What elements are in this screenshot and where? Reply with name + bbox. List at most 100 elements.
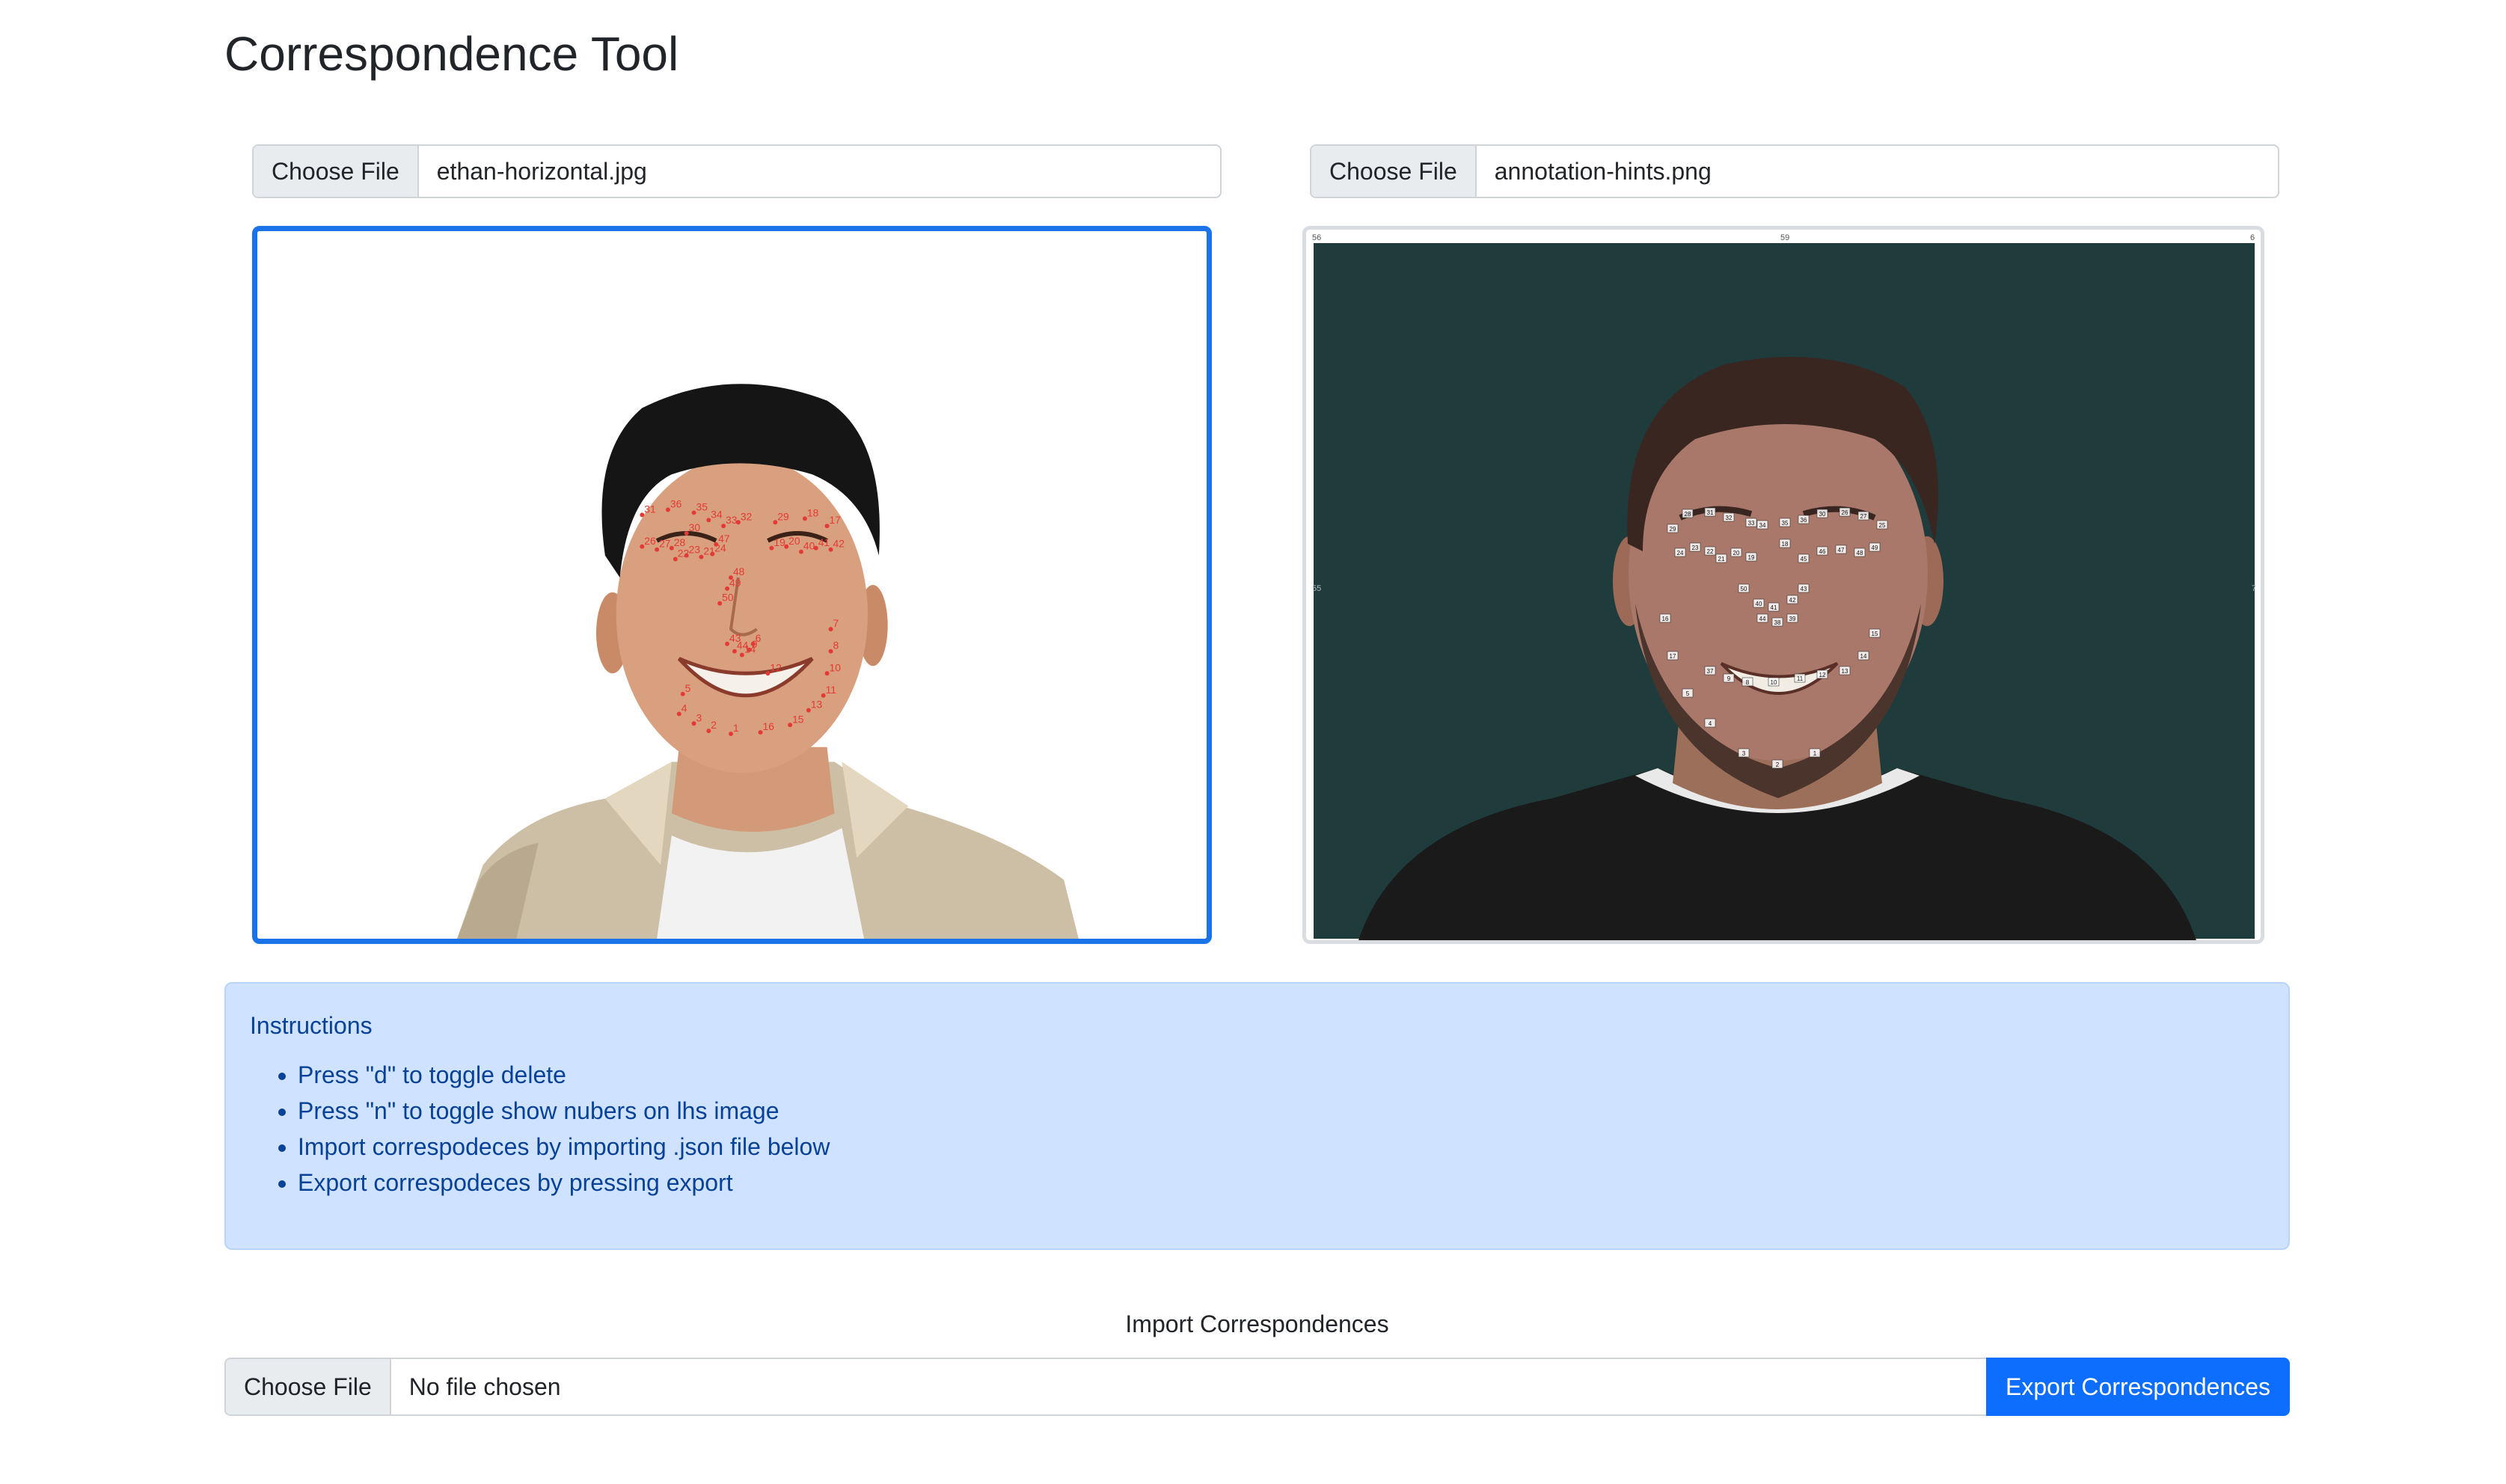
- right-point-label: 34: [1759, 522, 1766, 529]
- left-point-label: 15: [792, 713, 804, 725]
- instruction-item: Press "d" to toggle delete: [298, 1057, 2264, 1093]
- instruction-item: Export correspodeces by pressing export: [298, 1165, 2264, 1201]
- left-point-label: 41: [818, 536, 830, 548]
- left-point-label: 18: [807, 506, 819, 518]
- right-point-label: 11: [1797, 675, 1804, 682]
- right-point-label: 48: [1857, 550, 1863, 556]
- left-point-label: 4: [681, 702, 687, 714]
- right-point-label: 20: [1733, 550, 1740, 556]
- right-point-label: 44: [1759, 616, 1766, 622]
- right-point-label: 5: [1686, 690, 1690, 697]
- left-file-name: ethan-horizontal.jpg: [436, 157, 647, 185]
- left-point-label: 36: [670, 498, 682, 510]
- instruction-item: Press "n" to toggle show nubers on lhs i…: [298, 1093, 2264, 1129]
- left-point-label: 32: [741, 510, 752, 522]
- right-point-label: 50: [1741, 586, 1747, 592]
- right-face-photo: 56 59 6 55 7 2928 313233 34 35 3630 262725242…: [1306, 230, 2261, 940]
- left-point-label: 23: [689, 544, 701, 556]
- right-point-label: 45: [1801, 556, 1807, 562]
- left-point-label: 2: [711, 719, 717, 731]
- import-file-input[interactable]: Choose File No file chosen: [224, 1358, 1987, 1416]
- right-point-label: 17: [1670, 653, 1676, 660]
- right-point-label: 30: [1819, 511, 1826, 518]
- right-point-label: 38: [1774, 619, 1781, 626]
- left-point-label: 24: [714, 542, 726, 554]
- right-point-label: 8: [1746, 679, 1750, 686]
- corner-label-top-center: 59: [1780, 233, 1789, 242]
- left-point-label: 3: [696, 711, 702, 723]
- right-point-label: 19: [1748, 554, 1755, 561]
- import-correspondences-label: Import Correspondences: [1125, 1310, 1389, 1337]
- left-point-label: 40: [803, 540, 815, 552]
- right-point-label: 13: [1842, 668, 1848, 675]
- right-file-input[interactable]: Choose File annotation-hints.png: [1310, 144, 2279, 198]
- right-point-label: 14: [1860, 653, 1867, 660]
- left-face-photo[interactable]: 31 36 3534 33 32304728272622 23 21 2429 18174849…: [257, 231, 1207, 939]
- left-point-label: 50: [722, 592, 734, 604]
- left-file-input[interactable]: Choose File ethan-horizontal.jpg: [252, 144, 1222, 198]
- right-point-label: 9: [1727, 675, 1731, 682]
- right-file-name: annotation-hints.png: [1494, 157, 1712, 185]
- import-choose-file-button[interactable]: Choose File: [226, 1359, 391, 1414]
- right-point-label: 33: [1748, 520, 1755, 527]
- left-point-label: 28: [674, 536, 686, 548]
- import-export-row: Choose File No file chosen Export Corres…: [224, 1358, 2290, 1416]
- right-point-label: 40: [1756, 601, 1762, 607]
- right-point-label: 21: [1718, 556, 1725, 562]
- left-point-label: 42: [833, 538, 845, 550]
- instructions-panel: Instructions Press "d" to toggle delete …: [224, 982, 2290, 1250]
- right-point-label: 46: [1819, 548, 1826, 555]
- left-point-label: 26: [644, 535, 656, 547]
- corner-label-mid-right: 7: [2252, 584, 2256, 593]
- left-point-label: 20: [788, 535, 800, 547]
- right-point-label: 4: [1709, 720, 1712, 727]
- right-point-label: 39: [1789, 616, 1796, 622]
- left-point-label: 35: [696, 500, 708, 512]
- right-point-label: 37: [1707, 668, 1714, 675]
- instructions-heading: Instructions: [250, 1012, 373, 1039]
- right-point-label: 16: [1662, 616, 1669, 622]
- right-point-label: 12: [1819, 672, 1826, 678]
- right-point-label: 42: [1789, 597, 1796, 604]
- left-choose-file-button[interactable]: Choose File: [254, 146, 419, 197]
- left-point-label: 8: [833, 640, 839, 651]
- left-point-label: 5: [685, 682, 691, 694]
- right-point-label: 2: [1776, 761, 1780, 768]
- right-point-label: 15: [1872, 631, 1878, 637]
- left-point-label: 16: [763, 720, 775, 732]
- right-point-label: 25: [1879, 522, 1886, 529]
- export-correspondences-button[interactable]: Export Correspondences: [1986, 1358, 2290, 1416]
- right-point-label: 32: [1726, 515, 1733, 521]
- corner-label-top-left: 56: [1312, 233, 1321, 242]
- instruction-item: Import correspodeces by importing .json …: [298, 1129, 2264, 1165]
- right-choose-file-button[interactable]: Choose File: [1311, 146, 1477, 197]
- right-point-label: 18: [1782, 541, 1789, 548]
- left-point-label: 13: [811, 699, 823, 711]
- left-image-canvas[interactable]: 31 36 35 34 33 32 30 47 28 27 26 22 23 21 24 29 18 17 48 49…: [252, 226, 1212, 944]
- right-point-label: 43: [1801, 586, 1807, 592]
- left-point-label: 48: [733, 565, 745, 577]
- left-point-label: 6: [756, 632, 762, 644]
- right-point-label: 3: [1742, 750, 1746, 757]
- right-image-canvas[interactable]: 56 59 6 55 7 29 28 31 32 33 34 35 36 30 26 27 25 24 2…: [1302, 226, 2264, 944]
- right-point-label: 47: [1838, 547, 1845, 554]
- left-point-label: 11: [826, 684, 836, 696]
- left-point-label: 30: [689, 521, 701, 533]
- right-point-label: 29: [1670, 526, 1676, 533]
- left-point-label: 1: [733, 722, 739, 734]
- page-title: Correspondence Tool: [224, 27, 679, 81]
- left-point-label: 49: [729, 577, 741, 589]
- right-point-label: 26: [1842, 509, 1848, 516]
- right-point-label: 36: [1801, 517, 1807, 524]
- left-point-label: 33: [726, 514, 738, 526]
- left-point-label: 29: [777, 510, 789, 522]
- right-point-label: 31: [1707, 509, 1714, 516]
- right-point-label: 10: [1771, 679, 1777, 686]
- left-point-label: 10: [830, 661, 842, 673]
- left-point-label: 7: [833, 617, 839, 629]
- instructions-list: Press "d" to toggle delete Press "n" to …: [250, 1057, 2264, 1201]
- corner-label-top-right: 6: [2250, 233, 2255, 242]
- right-point-label: 35: [1782, 520, 1789, 527]
- right-point-label: 24: [1677, 550, 1684, 556]
- right-point-label: 28: [1685, 511, 1691, 518]
